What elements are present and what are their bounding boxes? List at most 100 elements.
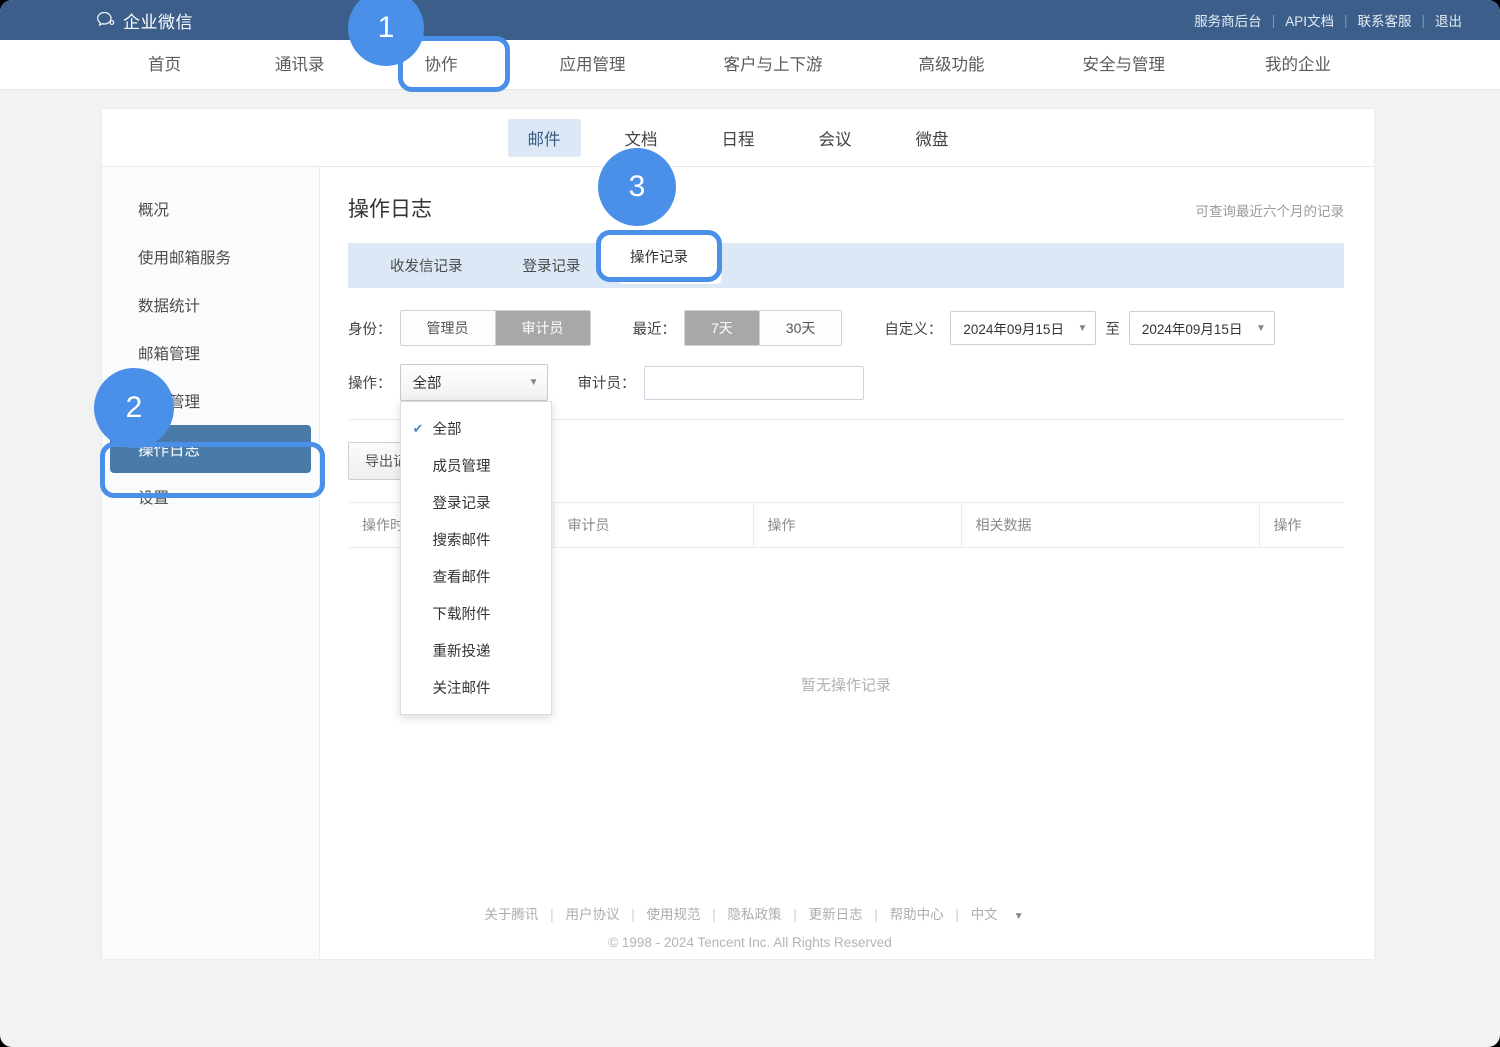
dropdown-option-all[interactable]: ✔ 全部 [401,410,551,447]
dropdown-option-label: 登录记录 [432,496,491,512]
date-from-value: 2024年09月15日 [963,322,1064,337]
divider: | [712,907,716,922]
identity-segment: 管理员 审计员 [399,310,591,346]
brand-name: 企业微信 [123,12,193,32]
date-to-value: 2024年09月15日 [1141,322,1243,337]
auditor-input[interactable] [643,365,864,400]
page-body: 邮件 文档 日程 会议 微盘 概况 使用邮箱服务 数据统计 邮箱管理 安全管理 … [0,90,1500,970]
module-tabs: 邮件 文档 日程 会议 微盘 [102,109,1374,167]
divider: | [874,907,878,922]
action-select-wrap: 全部 ▼ ✔ 全部 成员管理 登录记录 搜索邮件 查看邮件 下载附件 重新投递 … [399,364,552,715]
dropdown-option-member-management[interactable]: 成员管理 [401,447,551,484]
footer-link-usage-rules[interactable]: 使用规范 [639,907,709,922]
dropdown-option-download-attachment[interactable]: 下载附件 [401,595,551,632]
action-select[interactable]: 全部 ▼ [399,364,548,401]
brand-logo[interactable]: 企业微信 [96,8,193,33]
check-icon: ✔ [412,420,424,436]
dropdown-option-login-records[interactable]: 登录记录 [401,484,551,521]
app-window: 企业微信 服务商后台 | API文档 | 联系客服 | 退出 首页 通讯录 协作… [0,0,1500,1047]
topbar-link-api-docs[interactable]: API文档 [1275,10,1344,30]
record-tab-operation-records[interactable]: 操作记录 [618,247,721,284]
main-card: 邮件 文档 日程 会议 微盘 概况 使用邮箱服务 数据统计 邮箱管理 安全管理 … [102,109,1374,959]
column-operation: 操作 [752,502,961,548]
dropdown-option-follow-mail[interactable]: 关注邮件 [401,669,551,706]
recent-option-30days[interactable]: 30天 [759,311,842,345]
tab-mail[interactable]: 邮件 [507,118,581,157]
footer-link-changelog[interactable]: 更新日志 [801,907,871,922]
dropdown-option-label: 查看邮件 [432,570,491,586]
sidebar: 概况 使用邮箱服务 数据统计 邮箱管理 安全管理 操作日志 设置 [102,167,320,959]
sidebar-item-overview[interactable]: 概况 [102,185,319,233]
date-to-picker[interactable]: 2024年09月15日 ▼ [1128,311,1275,345]
record-tabs: 收发信记录 登录记录 操作记录 [348,243,1344,288]
tab-meeting[interactable]: 会议 [799,119,872,157]
sidebar-item-statistics[interactable]: 数据统计 [102,281,319,329]
date-from-picker[interactable]: 2024年09月15日 ▼ [950,311,1097,345]
recent-option-7days[interactable]: 7天 [685,311,760,345]
identity-option-auditor[interactable]: 审计员 [495,311,590,345]
footer-link-help-center[interactable]: 帮助中心 [882,907,952,922]
divider: | [955,907,959,922]
filter-row-2: 操作： 全部 ▼ ✔ 全部 成员管理 登录记录 搜索邮件 查看邮件 下载附件 重… [348,364,1344,715]
nav-item-customers[interactable]: 客户与上下游 [710,40,837,90]
record-tab-mail-records[interactable]: 收发信记录 [368,247,485,284]
nav-item-advanced[interactable]: 高级功能 [905,40,999,90]
auditor-label: 审计员： [577,376,636,392]
date-range-separator: 至 [1105,321,1120,338]
dropdown-option-view-mail[interactable]: 查看邮件 [401,558,551,595]
nav-item-collaboration[interactable]: 协作 [411,40,472,90]
divider: | [793,907,797,922]
dropdown-option-search-mail[interactable]: 搜索邮件 [401,521,551,558]
content-area: 操作日志 可查询最近六个月的记录 收发信记录 登录记录 操作记录 身份： 管理员 [320,167,1374,959]
dropdown-option-label: 成员管理 [432,459,491,475]
footer-language-selector[interactable]: 中文 [963,907,1006,922]
dropdown-option-label: 关注邮件 [432,681,491,697]
recent-segment: 7天 30天 [684,310,843,346]
record-tab-login-records[interactable]: 登录记录 [501,247,603,284]
main-nav: 首页 通讯录 协作 应用管理 客户与上下游 高级功能 安全与管理 我的企业 [0,40,1500,90]
dropdown-option-redeliver[interactable]: 重新投递 [401,632,551,669]
topbar-links: 服务商后台 | API文档 | 联系客服 | 退出 [1184,10,1472,30]
divider: | [550,907,554,922]
tab-drive[interactable]: 微盘 [896,119,969,157]
dropdown-option-label: 重新投递 [432,644,491,660]
nav-item-home[interactable]: 首页 [134,40,195,90]
page-title: 操作日志 [348,198,432,221]
dropdown-option-label: 搜索邮件 [432,533,491,549]
top-bar: 企业微信 服务商后台 | API文档 | 联系客服 | 退出 [0,0,1500,40]
chat-bubble-icon [97,11,115,27]
footer-link-privacy-policy[interactable]: 隐私政策 [720,907,790,922]
nav-item-my-enterprise[interactable]: 我的企业 [1251,40,1345,90]
identity-option-admin[interactable]: 管理员 [400,311,496,345]
topbar-link-logout[interactable]: 退出 [1425,10,1472,30]
footer-links: 关于腾讯 | 用户协议 | 使用规范 | 隐私政策 | 更新日志 | 帮助中心 … [0,902,1500,930]
footer-link-about-tencent[interactable]: 关于腾讯 [476,907,546,922]
dropdown-option-label: 下载附件 [432,607,491,623]
chevron-down-icon: ▼ [1013,911,1024,922]
action-select-value: 全部 [412,376,442,392]
chevron-down-icon: ▼ [1077,322,1088,334]
retention-note: 可查询最近六个月的记录 [1195,204,1345,219]
identity-label: 身份： [348,321,392,338]
nav-item-contacts[interactable]: 通讯录 [261,40,339,90]
filter-row-1: 身份： 管理员 审计员 最近： 7天 30天 自定义： 2024年09月15日 … [348,310,1344,346]
chevron-down-icon: ▼ [1255,322,1266,334]
nav-item-app-management[interactable]: 应用管理 [546,40,640,90]
custom-range-label: 自定义： [884,321,943,338]
sidebar-item-settings[interactable]: 设置 [102,473,319,521]
tab-calendar[interactable]: 日程 [702,119,775,157]
chevron-down-icon: ▼ [528,377,539,388]
divider: | [631,907,635,922]
action-label: 操作： [348,376,392,392]
annotation-badge-2: 2 [94,368,174,448]
column-action: 操作 [1258,502,1344,548]
content-header: 操作日志 可查询最近六个月的记录 [348,193,1344,223]
annotation-badge-3: 3 [598,148,676,226]
topbar-link-provider[interactable]: 服务商后台 [1184,10,1272,30]
sidebar-item-mail-service[interactable]: 使用邮箱服务 [102,233,319,281]
column-auditor: 审计员 [552,502,753,548]
footer-link-user-agreement[interactable]: 用户协议 [557,907,627,922]
topbar-link-support[interactable]: 联系客服 [1347,10,1421,30]
action-dropdown-menu: ✔ 全部 成员管理 登录记录 搜索邮件 查看邮件 下载附件 重新投递 关注邮件 [399,401,552,715]
nav-item-security[interactable]: 安全与管理 [1069,40,1180,90]
